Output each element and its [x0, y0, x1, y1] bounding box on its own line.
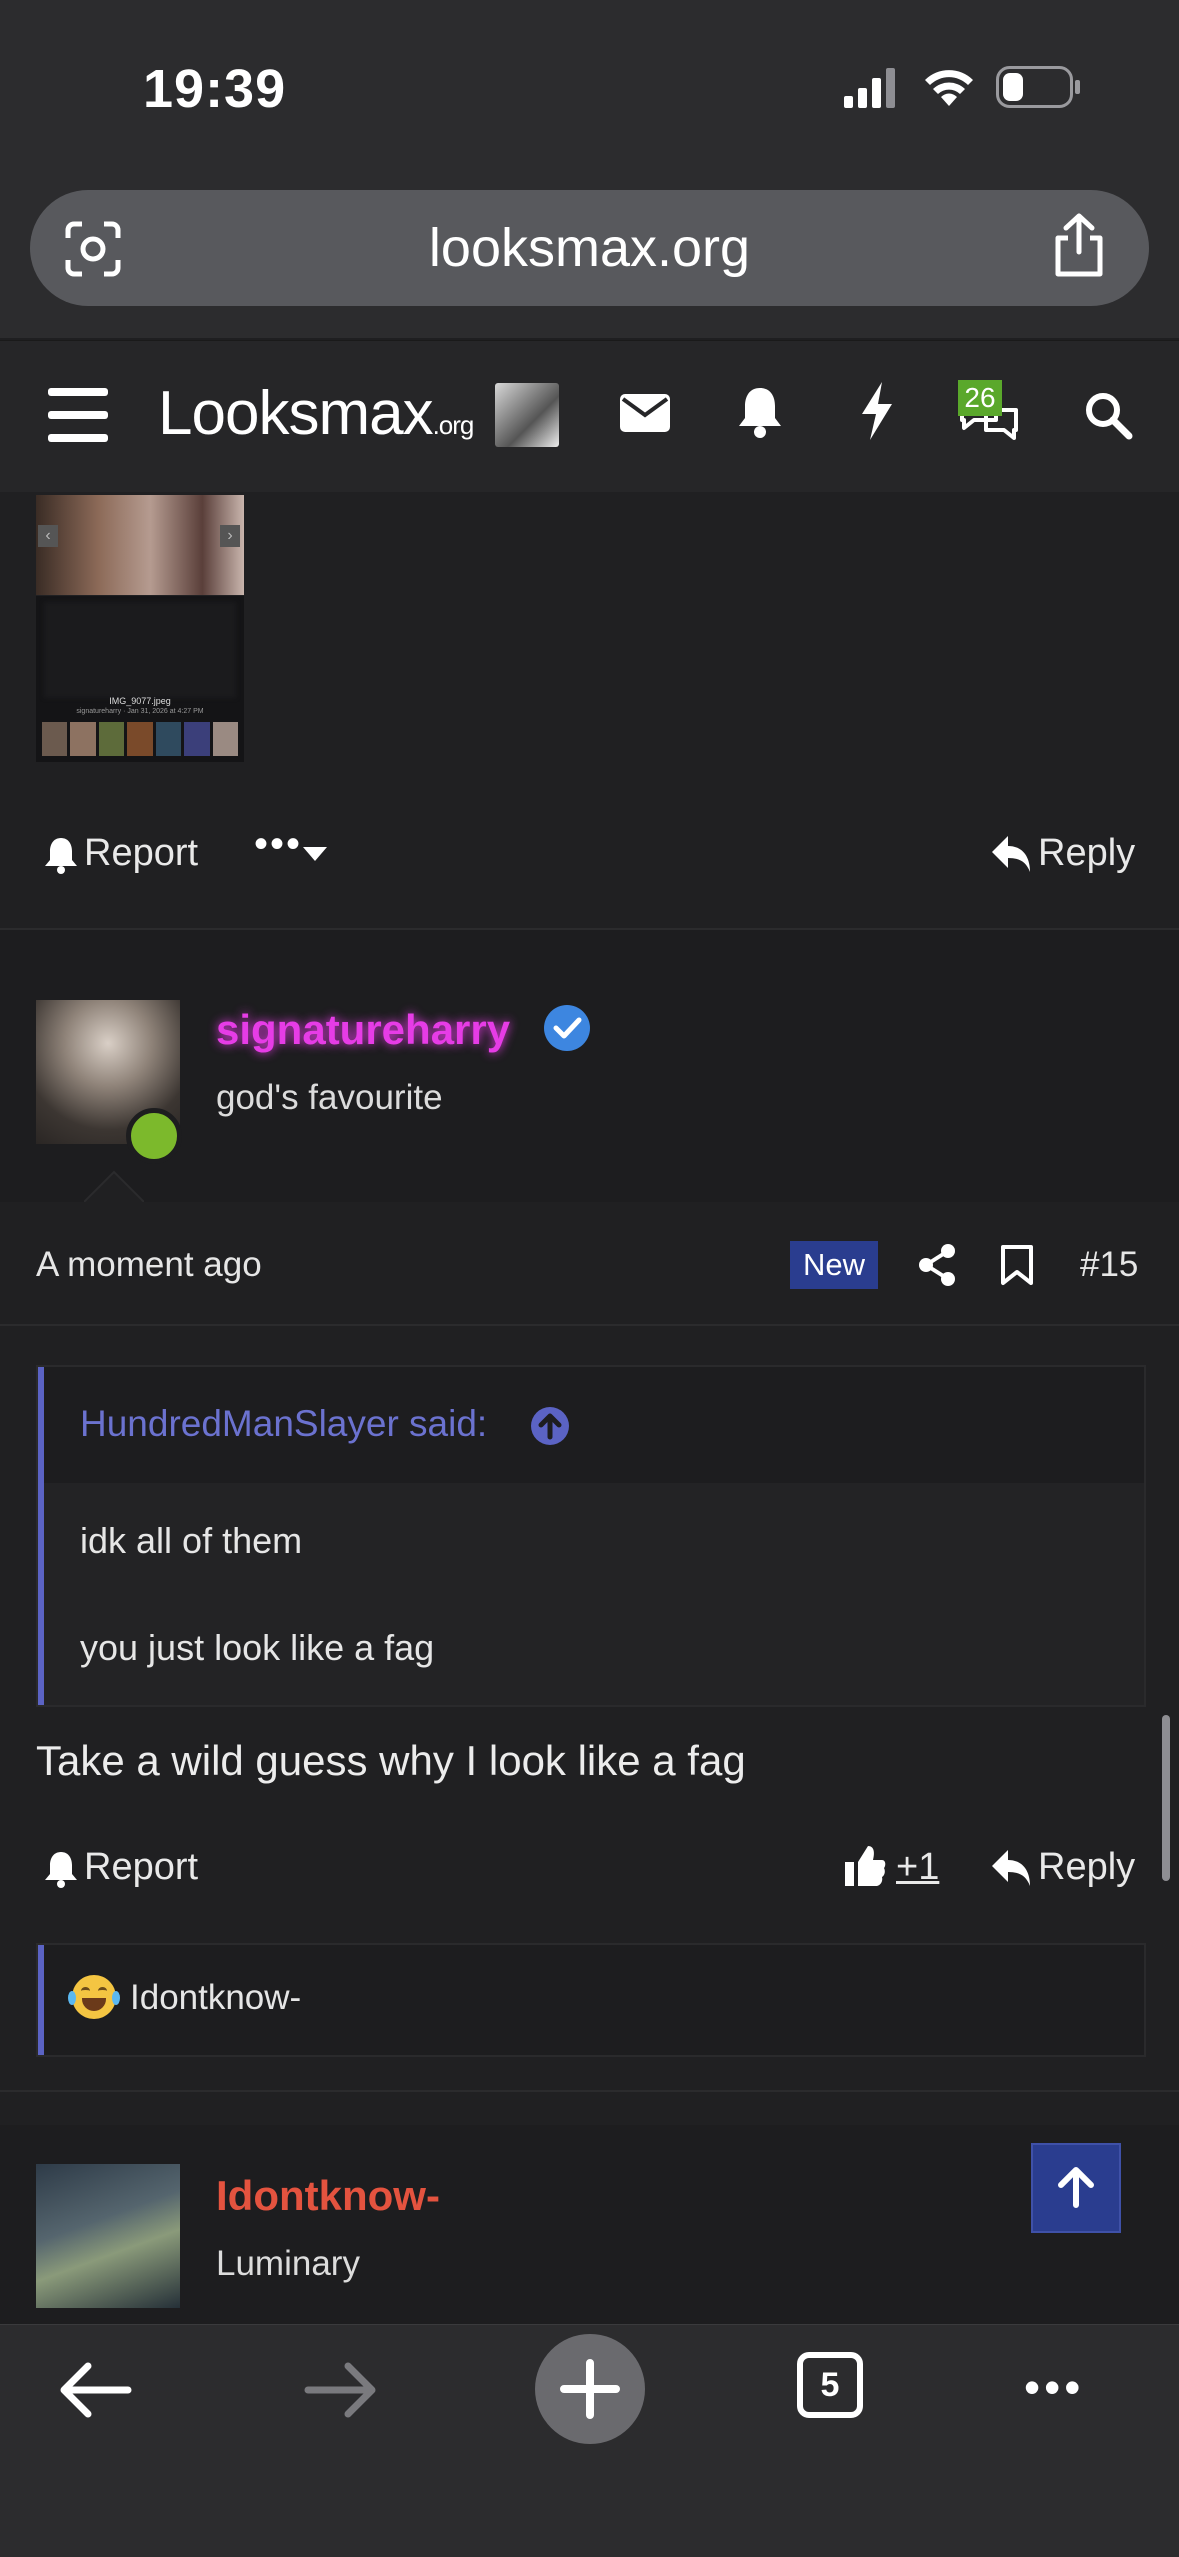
bookmark-icon[interactable] — [1000, 1244, 1034, 1286]
battery-icon — [996, 66, 1080, 108]
logo-main: Looksmax — [158, 379, 434, 448]
attachment-photo[interactable] — [36, 495, 244, 595]
thumbnail[interactable] — [155, 722, 182, 756]
plus-icon — [560, 2359, 620, 2419]
blurred-preview — [44, 602, 236, 698]
thumbnail[interactable] — [70, 722, 96, 756]
hamburger-menu-icon[interactable] — [48, 388, 108, 442]
forward-arrow-icon[interactable] — [304, 2360, 378, 2420]
thumbs-up-icon[interactable] — [844, 1844, 886, 1888]
thumbnail[interactable] — [98, 722, 125, 756]
like-count[interactable]: +1 — [896, 1846, 939, 1889]
bell-report-icon[interactable] — [44, 1850, 78, 1888]
thumbnail-strip — [42, 722, 238, 756]
gallery-next-icon[interactable]: › — [220, 525, 240, 547]
reply-icon[interactable] — [990, 834, 1032, 874]
thumbnail[interactable] — [212, 722, 238, 756]
share-post-icon[interactable] — [918, 1244, 956, 1286]
logo-suffix: .org — [432, 410, 475, 440]
reaction-accent-bar — [38, 1945, 44, 2055]
wifi-icon — [925, 70, 973, 106]
post-timestamp[interactable]: A moment ago — [36, 1245, 262, 1285]
quote-author[interactable]: HundredManSlayer said: — [80, 1403, 487, 1445]
post-number[interactable]: #15 — [1080, 1245, 1138, 1285]
bell-report-icon[interactable] — [44, 836, 78, 874]
reply-link[interactable]: Reply — [1038, 1846, 1135, 1889]
next-post-username[interactable]: Idontknow- — [216, 2172, 440, 2220]
attachment-meta: signatureharry · Jan 31, 2026 at 4:27 PM — [76, 708, 204, 715]
quote-body-bg — [44, 1483, 1144, 1705]
user-avatar-idontknow[interactable] — [36, 2164, 180, 2308]
quote-line: you just look like a fag — [80, 1627, 435, 1668]
verified-badge-icon — [544, 1005, 590, 1051]
thumbnail[interactable] — [184, 722, 210, 756]
next-user-title: Luminary — [216, 2244, 360, 2283]
more-options-icon[interactable]: ••• — [254, 822, 302, 867]
quote-line: idk all of them — [80, 1520, 303, 1561]
laughing-crying-emoji-icon — [68, 1975, 120, 2019]
scroll-to-top-button[interactable] — [1031, 2143, 1121, 2233]
status-clock: 19:39 — [143, 59, 287, 119]
report-link[interactable]: Report — [84, 1846, 198, 1889]
cellular-signal-icon — [844, 68, 895, 108]
tab-count-button[interactable]: 5 — [797, 2352, 863, 2418]
post-username[interactable]: signatureharry — [216, 1006, 510, 1054]
arrow-up-icon — [1058, 2167, 1094, 2208]
report-link[interactable]: Report — [84, 832, 198, 875]
thumbnail[interactable] — [42, 722, 68, 756]
attachment-lightbox[interactable]: IMG_9077.jpeg signatureharry · Jan 31, 2… — [36, 596, 244, 762]
more-menu-icon[interactable]: ••• — [1024, 2360, 1084, 2414]
lightning-icon[interactable] — [860, 382, 894, 440]
bell-icon[interactable] — [737, 384, 783, 438]
reaction-user[interactable]: Idontknow- — [130, 1978, 301, 2018]
share-icon[interactable] — [1050, 212, 1108, 278]
gallery-prev-icon[interactable]: ‹ — [38, 525, 58, 547]
chevron-down-icon[interactable] — [302, 846, 328, 862]
attachment-caption: IMG_9077.jpeg — [109, 696, 171, 706]
thumbnail[interactable] — [127, 722, 153, 756]
conversations-badge: 26 — [958, 380, 1002, 416]
scrollbar-thumb[interactable] — [1162, 1715, 1170, 1881]
user-title: god's favourite — [216, 1078, 443, 1117]
reply-icon[interactable] — [990, 1848, 1032, 1888]
online-status-dot — [126, 1108, 182, 1164]
user-avatar[interactable] — [495, 383, 559, 447]
post-divider — [0, 2090, 1179, 2092]
new-tab-button[interactable] — [535, 2334, 645, 2444]
user-block-pointer — [84, 1170, 144, 1202]
back-arrow-icon[interactable] — [58, 2360, 132, 2420]
jump-to-quote-icon[interactable] — [530, 1406, 570, 1446]
address-bar[interactable]: looksmax.org — [30, 190, 1149, 306]
envelope-icon[interactable] — [620, 394, 670, 432]
site-logo[interactable]: Looksmax.org — [158, 378, 475, 449]
camera-search-icon[interactable] — [64, 220, 122, 278]
new-badge: New — [790, 1241, 878, 1289]
search-icon[interactable] — [1083, 390, 1133, 440]
meta-divider — [0, 1324, 1179, 1326]
post-body: Take a wild guess why I look like a fag — [36, 1737, 746, 1784]
reply-link[interactable]: Reply — [1038, 832, 1135, 875]
url-text: looksmax.org — [428, 218, 751, 278]
